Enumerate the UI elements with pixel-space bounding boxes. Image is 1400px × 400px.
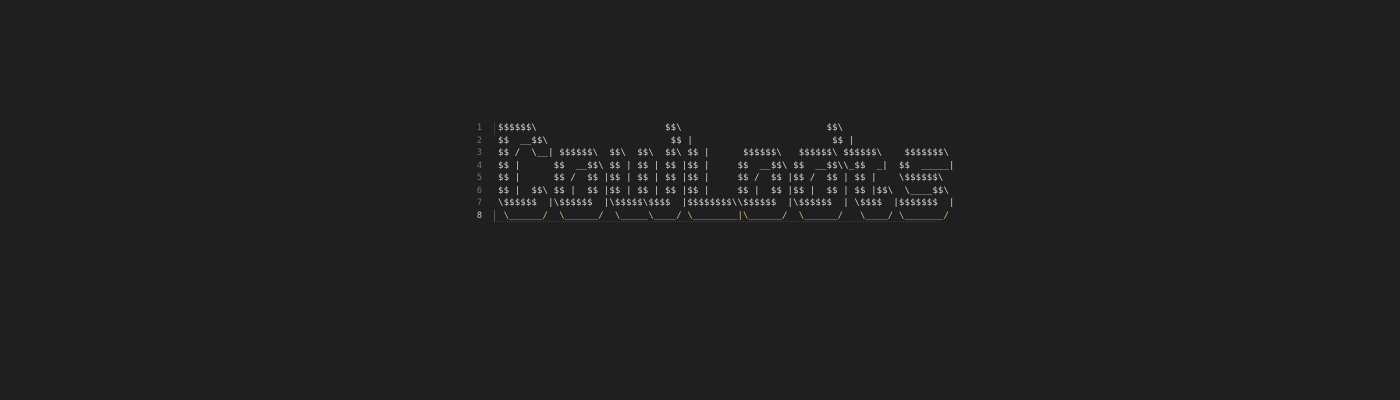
line-number: 4 xyxy=(476,160,482,171)
code-area[interactable]: 1 $$$$$$\ $$\ $$\ 2 $$ __$$\ $$ | $$ | 3 xyxy=(466,122,955,222)
line-content[interactable]: $$ | $$ / $$ |$$ | $$ | $$ |$$ | $$ / $$… xyxy=(498,172,943,185)
line-number: 3 xyxy=(476,148,482,158)
line-content[interactable]: $$ / \__| $$$$$$\ $$\ $$\ $$\ $$ | $$$$$… xyxy=(498,147,949,160)
line-number: 8 xyxy=(476,210,482,221)
line-content[interactable]: $$ | $$ __$$\ $$ | $$ | $$ |$$ | $$ __$$… xyxy=(498,160,955,173)
line-number: 7 xyxy=(476,198,482,208)
line-number: 6 xyxy=(476,185,482,196)
code-line[interactable]: 7 \$$$$$$ |\$$$$$$ |\$$$$$\$$$$ |$$$$$$$… xyxy=(466,197,955,210)
line-number: 5 xyxy=(476,173,482,183)
line-number: 2 xyxy=(476,135,482,146)
line-number: 1 xyxy=(476,123,482,133)
code-line[interactable]: 2 $$ __$$\ $$ | $$ | xyxy=(466,135,955,148)
code-line[interactable]: 1 $$$$$$\ $$\ $$\ xyxy=(466,122,955,135)
code-line[interactable]: 3 $$ / \__| $$$$$$\ $$\ $$\ $$\ $$ | $$$… xyxy=(466,147,955,160)
code-line[interactable]: 4 $$ | $$ __$$\ $$ | $$ | $$ |$$ | $$ __… xyxy=(466,160,955,173)
line-content[interactable]: \______/ \______/ \_____\____/ \________… xyxy=(498,210,949,223)
code-line[interactable]: 6 $$ | $$\ $$ | $$ |$$ | $$ | $$ |$$ | $… xyxy=(466,185,955,198)
code-editor[interactable]: 1 $$$$$$\ $$\ $$\ 2 $$ __$$\ $$ | $$ | 3 xyxy=(0,0,1400,400)
line-content[interactable]: $$$$$$\ $$\ $$\ xyxy=(498,122,843,135)
line-content[interactable]: $$ __$$\ $$ | $$ | xyxy=(498,135,854,148)
code-line-current[interactable]: 8 \______/ \______/ \_____\____/ \______… xyxy=(466,209,955,223)
line-content[interactable]: $$ | $$\ $$ | $$ |$$ | $$ | $$ |$$ | $$ … xyxy=(498,185,949,198)
code-line[interactable]: 5 $$ | $$ / $$ |$$ | $$ | $$ |$$ | $$ / … xyxy=(466,172,955,185)
line-content[interactable]: \$$$$$$ |\$$$$$$ |\$$$$$\$$$$ |$$$$$$$$\… xyxy=(498,197,955,210)
